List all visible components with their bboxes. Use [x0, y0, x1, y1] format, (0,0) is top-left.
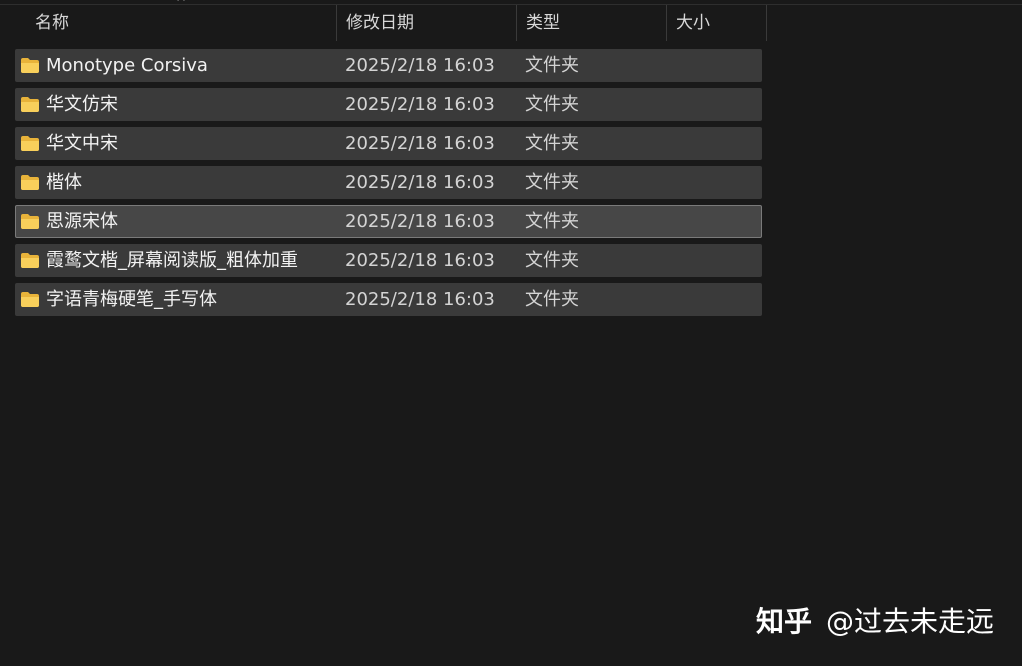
- file-date-modified: 2025/2/18 16:03: [345, 55, 495, 76]
- file-row[interactable]: Monotype Corsiva 2025/2/18 16:03 文件夹: [15, 49, 762, 82]
- file-date-modified: 2025/2/18 16:03: [345, 172, 495, 193]
- folder-icon: [21, 136, 39, 151]
- file-row-selected[interactable]: 思源宋体 2025/2/18 16:03 文件夹: [15, 205, 762, 238]
- column-header-bar: ^ 名称 修改日期 类型 大小: [0, 0, 767, 41]
- folder-icon: [21, 175, 39, 190]
- file-name: 华文仿宋: [46, 94, 118, 115]
- watermark: 知乎 @过去未走远: [756, 600, 994, 640]
- file-explorer: ^ 名称 修改日期 类型 大小 Monotype Corsiva 2025/2/…: [0, 0, 1022, 666]
- folder-icon: [21, 97, 39, 112]
- column-header-name[interactable]: 名称: [26, 5, 337, 41]
- file-date-modified: 2025/2/18 16:03: [345, 289, 495, 310]
- file-row[interactable]: 华文中宋 2025/2/18 16:03 文件夹: [15, 127, 762, 160]
- file-type: 文件夹: [525, 211, 579, 232]
- file-name: 华文中宋: [46, 133, 118, 154]
- file-date-modified: 2025/2/18 16:03: [345, 250, 495, 271]
- folder-icon: [21, 214, 39, 229]
- file-date-modified: 2025/2/18 16:03: [345, 211, 495, 232]
- folder-icon: [21, 253, 39, 268]
- folder-icon: [21, 58, 39, 73]
- file-date-modified: 2025/2/18 16:03: [345, 94, 495, 115]
- file-row[interactable]: 霞鹜文楷_屏幕阅读版_粗体加重 2025/2/18 16:03 文件夹: [15, 244, 762, 277]
- file-type: 文件夹: [525, 172, 579, 193]
- file-name: Monotype Corsiva: [46, 55, 208, 76]
- file-row[interactable]: 楷体 2025/2/18 16:03 文件夹: [15, 166, 762, 199]
- file-name: 楷体: [46, 172, 82, 193]
- file-row[interactable]: 字语青梅硬笔_手写体 2025/2/18 16:03 文件夹: [15, 283, 762, 316]
- column-header-size[interactable]: 大小: [667, 5, 767, 41]
- file-type: 文件夹: [525, 289, 579, 310]
- column-header-type[interactable]: 类型: [517, 5, 667, 41]
- file-date-modified: 2025/2/18 16:03: [345, 133, 495, 154]
- file-name: 思源宋体: [46, 211, 118, 232]
- watermark-author: @过去未走远: [825, 605, 994, 638]
- watermark-brand: 知乎: [755, 605, 812, 638]
- file-row[interactable]: 华文仿宋 2025/2/18 16:03 文件夹: [15, 88, 762, 121]
- file-type: 文件夹: [525, 250, 579, 271]
- file-type: 文件夹: [525, 94, 579, 115]
- file-type: 文件夹: [525, 133, 579, 154]
- file-list: Monotype Corsiva 2025/2/18 16:03 文件夹 华文仿…: [15, 49, 762, 322]
- file-name: 字语青梅硬笔_手写体: [46, 289, 217, 310]
- folder-icon: [21, 292, 39, 307]
- file-type: 文件夹: [525, 55, 579, 76]
- file-name: 霞鹜文楷_屏幕阅读版_粗体加重: [46, 250, 298, 271]
- column-header-date-modified[interactable]: 修改日期: [337, 5, 517, 41]
